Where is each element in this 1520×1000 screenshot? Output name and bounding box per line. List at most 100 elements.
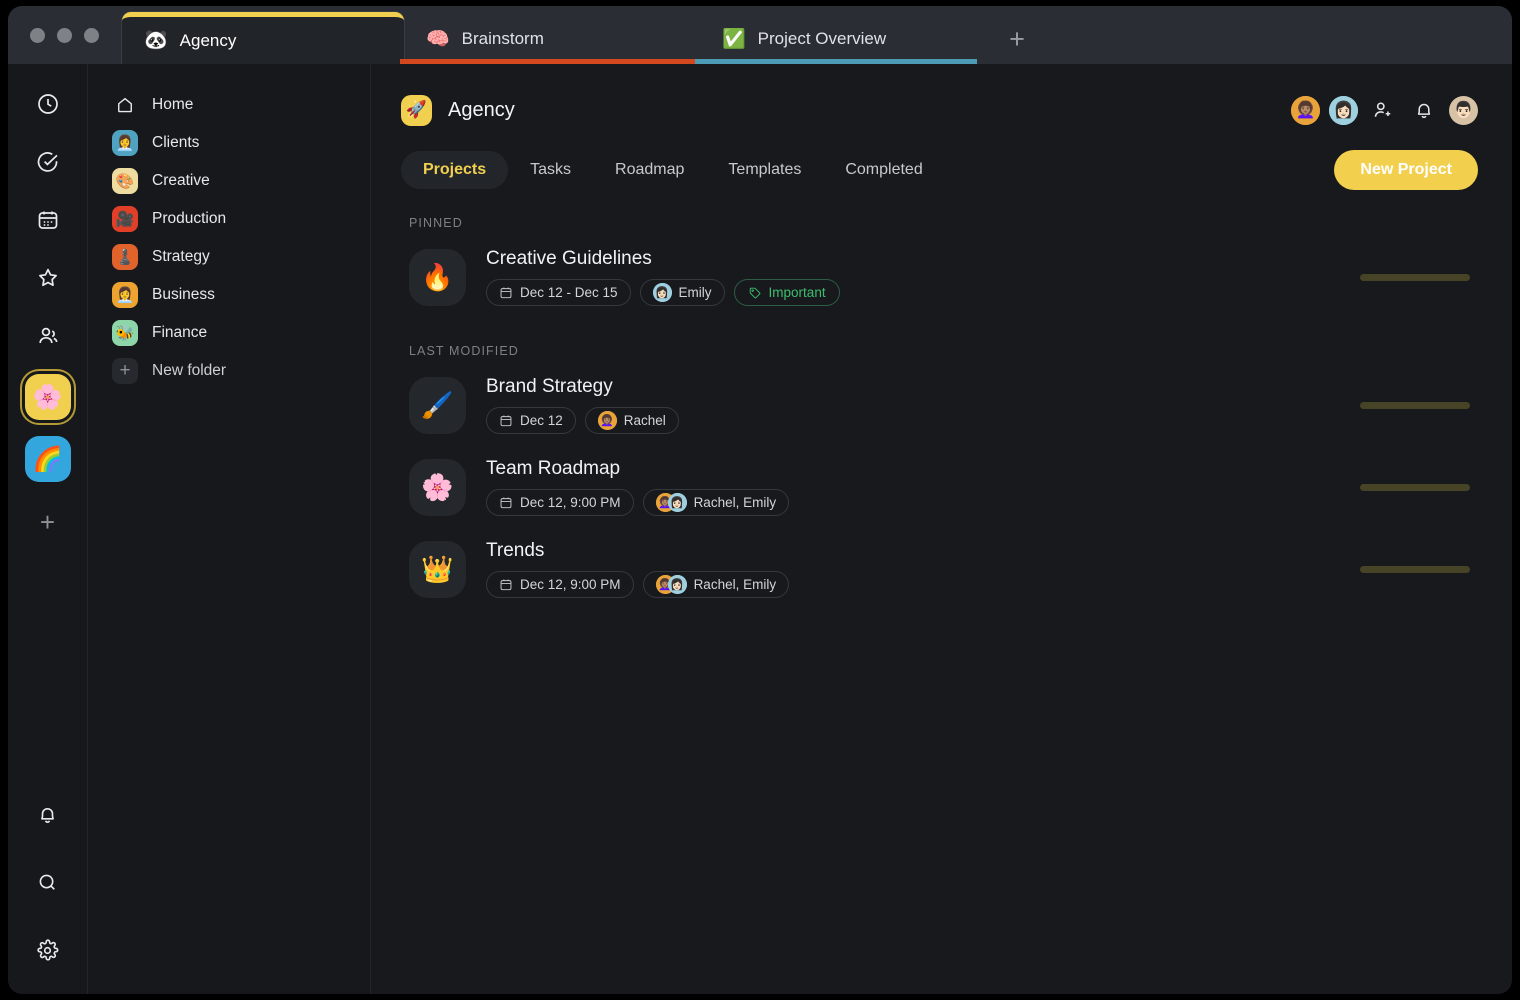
avatar[interactable]: 👩🏽‍🦱 bbox=[1291, 96, 1320, 125]
avatar: 👩🏻 bbox=[668, 493, 687, 512]
project-row-team-roadmap[interactable]: 🌸 Team Roadmap Dec 12, 9:00 PM 👩🏽‍🦱 👩🏻 R… bbox=[401, 446, 1478, 528]
sidebar-item-clients[interactable]: 👩‍💼 Clients bbox=[98, 124, 360, 162]
sidebar-label-new-folder: New folder bbox=[152, 362, 226, 380]
tab-templates[interactable]: Templates bbox=[706, 151, 823, 189]
paintbrush-icon: 🖌️ bbox=[409, 377, 466, 434]
avatar-stack: 👩🏽‍🦱 👩🏻 bbox=[656, 575, 687, 594]
chip-group: Dec 12, 9:00 PM 👩🏽‍🦱 👩🏻 Rachel, Emily bbox=[486, 489, 789, 516]
date-chip[interactable]: Dec 12 - Dec 15 bbox=[486, 279, 631, 306]
sidebar-label-production: Production bbox=[152, 210, 226, 228]
header-actions: 👩🏽‍🦱 👩🏻 👨🏻 bbox=[1291, 94, 1478, 126]
people-chip[interactable]: 👩🏻 Emily bbox=[640, 279, 725, 306]
search-icon[interactable] bbox=[26, 860, 70, 904]
tab-bar: 🐼 Agency 🧠 Brainstorm ✅ Project Overview… bbox=[8, 6, 1512, 64]
project-row-brand-strategy[interactable]: 🖌️ Brand Strategy Dec 12 👩🏽‍🦱 Rachel bbox=[401, 364, 1478, 446]
tab-agency-icon: 🐼 bbox=[144, 31, 168, 50]
business-folder-icon: 👩‍💼 bbox=[112, 282, 138, 308]
window-controls bbox=[8, 6, 122, 64]
date-chip[interactable]: Dec 12, 9:00 PM bbox=[486, 571, 634, 598]
creative-folder-icon: 🎨 bbox=[112, 168, 138, 194]
avatar[interactable]: 👨🏻 bbox=[1449, 96, 1478, 125]
add-person-icon[interactable] bbox=[1367, 94, 1399, 126]
tab-project-overview-label: Project Overview bbox=[758, 29, 886, 49]
app-window: 🐼 Agency 🧠 Brainstorm ✅ Project Overview… bbox=[8, 6, 1512, 994]
row-body: Team Roadmap Dec 12, 9:00 PM 👩🏽‍🦱 👩🏻 Rac… bbox=[486, 458, 789, 516]
calendar-icon[interactable] bbox=[26, 198, 70, 242]
calendar-icon bbox=[499, 414, 513, 428]
app-rail: 🌸 🌈 + bbox=[8, 64, 88, 994]
sidebar-label-home: Home bbox=[152, 96, 193, 114]
workspace-rainbow[interactable]: 🌈 bbox=[25, 436, 71, 482]
clock-icon[interactable] bbox=[26, 82, 70, 126]
tab-brainstorm[interactable]: 🧠 Brainstorm bbox=[404, 14, 700, 64]
add-workspace-button[interactable]: + bbox=[26, 500, 70, 544]
tag-icon bbox=[748, 286, 762, 300]
project-row-trends[interactable]: 👑 Trends Dec 12, 9:00 PM 👩🏽‍🦱 👩🏻 Rachel,… bbox=[401, 528, 1478, 610]
date-chip[interactable]: Dec 12 bbox=[486, 407, 576, 434]
date-text: Dec 12, 9:00 PM bbox=[520, 495, 621, 510]
workspace-flower[interactable]: 🌸 bbox=[25, 374, 71, 420]
bell-icon[interactable] bbox=[26, 792, 70, 836]
tab-tasks[interactable]: Tasks bbox=[508, 151, 593, 189]
sidebar-item-finance[interactable]: 🐝 Finance bbox=[98, 314, 360, 352]
avatar: 👩🏻 bbox=[653, 283, 672, 302]
people-text: Rachel, Emily bbox=[694, 577, 777, 592]
tab-agency[interactable]: 🐼 Agency bbox=[122, 12, 404, 64]
brain-icon: 🧠 bbox=[426, 30, 450, 49]
people-chip[interactable]: 👩🏽‍🦱 👩🏻 Rachel, Emily bbox=[643, 571, 790, 598]
tab-project-overview[interactable]: ✅ Project Overview bbox=[700, 14, 982, 64]
view-tabs: Projects Tasks Roadmap Templates Complet… bbox=[401, 150, 1478, 190]
bell-icon[interactable] bbox=[1408, 94, 1440, 126]
star-icon[interactable] bbox=[26, 256, 70, 300]
maximize-button[interactable] bbox=[84, 28, 99, 43]
tab-roadmap[interactable]: Roadmap bbox=[593, 151, 706, 189]
check-circle-icon[interactable] bbox=[26, 140, 70, 184]
main-content: 🚀 Agency 👩🏽‍🦱 👩🏻 👨🏻 Projects Tasks Roadm… bbox=[371, 64, 1512, 994]
check-mark-icon: ✅ bbox=[722, 30, 746, 49]
people-chip[interactable]: 👩🏽‍🦱 Rachel bbox=[585, 407, 679, 434]
project-title: Brand Strategy bbox=[486, 376, 679, 398]
folder-sidebar: Home 👩‍💼 Clients 🎨 Creative 🎥 Production… bbox=[88, 64, 371, 994]
sidebar-item-creative[interactable]: 🎨 Creative bbox=[98, 162, 360, 200]
status-badge[interactable]: Important bbox=[734, 279, 840, 306]
project-header: 🚀 Agency 👩🏽‍🦱 👩🏻 👨🏻 bbox=[401, 88, 1478, 132]
section-label-last-modified: LAST MODIFIED bbox=[409, 344, 1478, 358]
project-title: Creative Guidelines bbox=[486, 248, 840, 270]
date-chip[interactable]: Dec 12, 9:00 PM bbox=[486, 489, 634, 516]
home-icon bbox=[112, 92, 138, 118]
progress-bar bbox=[1360, 402, 1470, 409]
calendar-icon bbox=[499, 578, 513, 592]
calendar-icon bbox=[499, 496, 513, 510]
new-project-button[interactable]: New Project bbox=[1334, 150, 1478, 190]
date-text: Dec 12 bbox=[520, 413, 563, 428]
plus-icon: + bbox=[112, 358, 138, 384]
sidebar-item-home[interactable]: Home bbox=[98, 86, 360, 124]
avatar[interactable]: 👩🏻 bbox=[1329, 96, 1358, 125]
sidebar-label-business: Business bbox=[152, 286, 215, 304]
people-chip[interactable]: 👩🏽‍🦱 👩🏻 Rachel, Emily bbox=[643, 489, 790, 516]
sidebar-item-business[interactable]: 👩‍💼 Business bbox=[98, 276, 360, 314]
avatar: 👩🏻 bbox=[668, 575, 687, 594]
progress-bar bbox=[1360, 274, 1470, 281]
settings-icon[interactable] bbox=[26, 928, 70, 972]
sidebar-item-strategy[interactable]: ♟️ Strategy bbox=[98, 238, 360, 276]
row-body: Brand Strategy Dec 12 👩🏽‍🦱 Rachel bbox=[486, 376, 679, 434]
close-button[interactable] bbox=[30, 28, 45, 43]
sidebar-item-production[interactable]: 🎥 Production bbox=[98, 200, 360, 238]
row-body: Creative Guidelines Dec 12 - Dec 15 👩🏻 E… bbox=[486, 248, 840, 306]
project-row-creative-guidelines[interactable]: 🔥 Creative Guidelines Dec 12 - Dec 15 👩🏻… bbox=[401, 236, 1478, 318]
tab-completed[interactable]: Completed bbox=[823, 151, 944, 189]
sidebar-item-new-folder[interactable]: + New folder bbox=[98, 352, 360, 390]
sidebar-label-clients: Clients bbox=[152, 134, 199, 152]
people-text: Rachel bbox=[624, 413, 666, 428]
tag-text: Important bbox=[769, 285, 826, 300]
strategy-folder-icon: ♟️ bbox=[112, 244, 138, 270]
new-tab-button[interactable]: + bbox=[982, 14, 1052, 64]
people-icon[interactable] bbox=[26, 314, 70, 358]
avatar: 👩🏽‍🦱 bbox=[598, 411, 617, 430]
minimize-button[interactable] bbox=[57, 28, 72, 43]
tab-projects[interactable]: Projects bbox=[401, 151, 508, 189]
date-text: Dec 12 - Dec 15 bbox=[520, 285, 618, 300]
flower-icon: 🌸 bbox=[409, 459, 466, 516]
people-text: Rachel, Emily bbox=[694, 495, 777, 510]
